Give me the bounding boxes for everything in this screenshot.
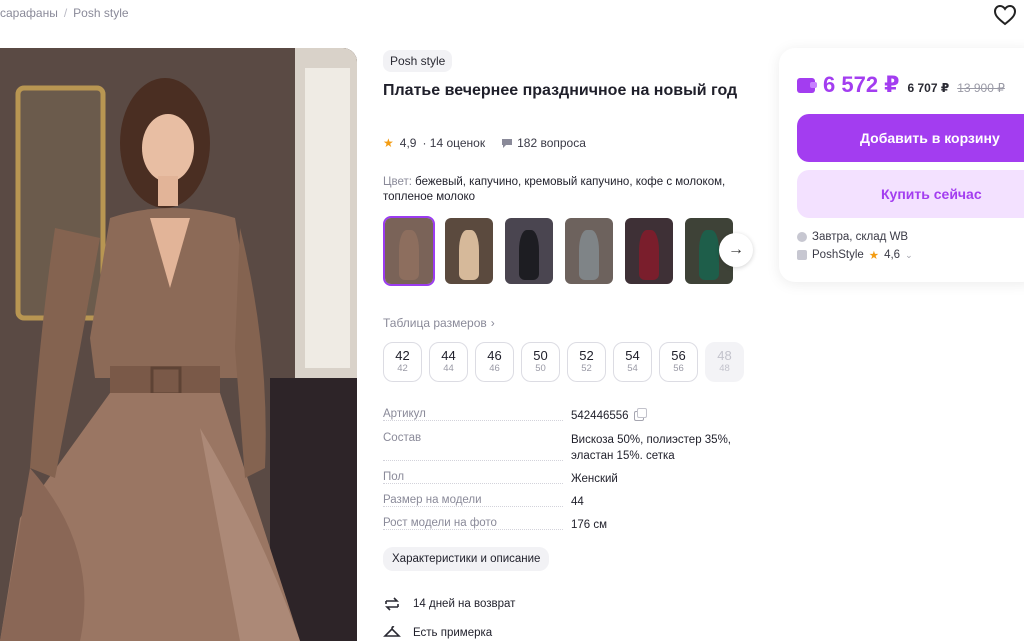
spec-key: Размер на модели: [383, 494, 486, 506]
return-arrows-icon: [385, 597, 399, 611]
spec-row-model-size: Размер на модели 44: [383, 494, 753, 510]
perk-returns: 14 дней на возврат: [383, 595, 515, 613]
size-option[interactable]: 50 50: [521, 342, 560, 382]
chevron-down-icon[interactable]: ⌄: [905, 250, 913, 261]
size-value: 42: [395, 348, 410, 363]
size-value: 48: [717, 348, 732, 363]
questions-count: 182 вопроса: [517, 136, 586, 150]
delivery-info: Завтра, склад WB: [797, 231, 908, 243]
size-option[interactable]: 42 42: [383, 342, 422, 382]
size-value: 46: [487, 348, 502, 363]
chevron-right-icon: ›: [490, 316, 495, 330]
size-option[interactable]: 46 46: [475, 342, 514, 382]
wallet-icon: [797, 78, 817, 93]
color-thumbnail[interactable]: [563, 216, 615, 286]
seller-name[interactable]: PoshStyle: [812, 249, 864, 261]
thumbnails-next-arrow-icon[interactable]: →: [719, 233, 753, 267]
add-to-cart-button[interactable]: Добавить в корзину: [797, 114, 1024, 162]
spec-row-article: Артикул 542446556: [383, 407, 753, 424]
spec-key: Артикул: [383, 408, 430, 420]
brand-badge[interactable]: Posh style: [383, 50, 453, 72]
color-thumbnail[interactable]: [383, 216, 435, 286]
spec-value-composition: Вискоза 50%, полиэстер 35%, эластан 15%.…: [571, 434, 732, 462]
questions-icon: [502, 138, 513, 148]
size-table-link[interactable]: Таблица размеров ›: [383, 316, 495, 330]
product-title: Платье вечернее праздничное на новый год: [383, 82, 738, 99]
size-value: 56: [671, 348, 686, 363]
perk-returns-text: 14 дней на возврат: [413, 598, 516, 610]
size-subvalue: 50: [535, 363, 546, 374]
favorite-heart-icon[interactable]: [993, 4, 1017, 26]
size-value: 54: [625, 348, 640, 363]
spec-row-composition: Состав Вискоза 50%, полиэстер 35%, эласт…: [383, 432, 753, 464]
delivery-text: Завтра, склад WB: [812, 231, 909, 243]
delivery-icon: [797, 232, 807, 242]
rating-value: 4,9: [399, 136, 417, 150]
spec-row-gender: Пол Женский: [383, 471, 753, 487]
star-icon: ★: [383, 136, 394, 150]
star-icon: ★: [868, 250, 880, 262]
breadcrumb-item-brand[interactable]: Posh style: [73, 6, 128, 20]
spec-value-model-height: 176 см: [571, 519, 608, 531]
spec-key: Рост модели на фото: [383, 517, 501, 529]
size-value: 52: [579, 348, 594, 363]
color-thumbnail[interactable]: [623, 216, 675, 286]
size-option[interactable]: 54 54: [613, 342, 652, 382]
store-icon: [797, 250, 807, 260]
size-option[interactable]: 48 48: [705, 342, 744, 382]
spec-value-article: 542446556: [571, 410, 629, 422]
color-label: Цвет:: [383, 176, 412, 188]
price-card: 6 572 ₽ 6 707 ₽ 13 900 ₽ Добавить в корз…: [779, 48, 1024, 282]
price-main: 6 572 ₽: [823, 72, 900, 97]
price-alt: 6 707 ₽: [907, 81, 950, 95]
breadcrumb: сарафаны / Posh style: [0, 6, 129, 20]
breadcrumb-separator: /: [63, 6, 68, 20]
size-subvalue: 56: [673, 363, 684, 374]
spec-value-gender: Женский: [571, 473, 618, 485]
copy-icon[interactable]: [633, 407, 647, 421]
color-thumbnail[interactable]: [443, 216, 495, 286]
reviews-count[interactable]: · 14 оценок: [422, 136, 485, 150]
rating-row: ★ 4,9 · 14 оценок 182 вопроса: [383, 136, 586, 150]
breadcrumb-item-sarafany[interactable]: сарафаны: [0, 6, 58, 20]
size-subvalue: 44: [443, 363, 454, 374]
spec-value-model-size: 44: [571, 496, 584, 508]
spec-row-model-height: Рост модели на фото 176 см: [383, 517, 753, 533]
size-option[interactable]: 52 52: [567, 342, 606, 382]
product-photo[interactable]: [0, 48, 357, 641]
size-subvalue: 54: [627, 363, 638, 374]
color-thumbnail[interactable]: [503, 216, 555, 286]
buy-now-button[interactable]: Купить сейчас: [797, 170, 1024, 218]
size-value: 50: [533, 348, 548, 363]
characteristics-button[interactable]: Характеристики и описание: [383, 547, 550, 571]
price-row: 6 572 ₽ 6 707 ₽ 13 900 ₽: [797, 72, 1005, 98]
size-selector: 42 42 44 44 46 46 50 50 52 52 54 54 56 56 48 48: [383, 342, 744, 382]
color-thumbnails: [383, 216, 735, 286]
size-option[interactable]: 56 56: [659, 342, 698, 382]
hanger-icon: [383, 625, 401, 637]
size-subvalue: 52: [581, 363, 592, 374]
perk-fitting: Есть примерка: [383, 624, 492, 641]
seller-rating: 4,6: [884, 249, 901, 261]
size-subvalue: 46: [489, 363, 500, 374]
spec-key: Состав: [383, 432, 426, 444]
color-info: Цвет: бежевый, капучино, кремовый капучи…: [383, 175, 753, 205]
size-option[interactable]: 44 44: [429, 342, 468, 382]
color-value: бежевый, капучино, кремовый капучино, ко…: [383, 176, 726, 203]
questions-link[interactable]: 182 вопроса: [501, 136, 586, 150]
spec-key: Пол: [383, 471, 409, 483]
perk-fitting-text: Есть примерка: [413, 627, 493, 639]
size-value: 44: [441, 348, 456, 363]
price-old: 13 900 ₽: [957, 81, 1005, 95]
size-subvalue: 42: [397, 363, 408, 374]
size-subvalue: 48: [719, 363, 730, 374]
size-table-label: Таблица размеров: [383, 316, 487, 330]
seller-info[interactable]: PoshStyle ★ 4,6 ⌄: [797, 248, 913, 262]
